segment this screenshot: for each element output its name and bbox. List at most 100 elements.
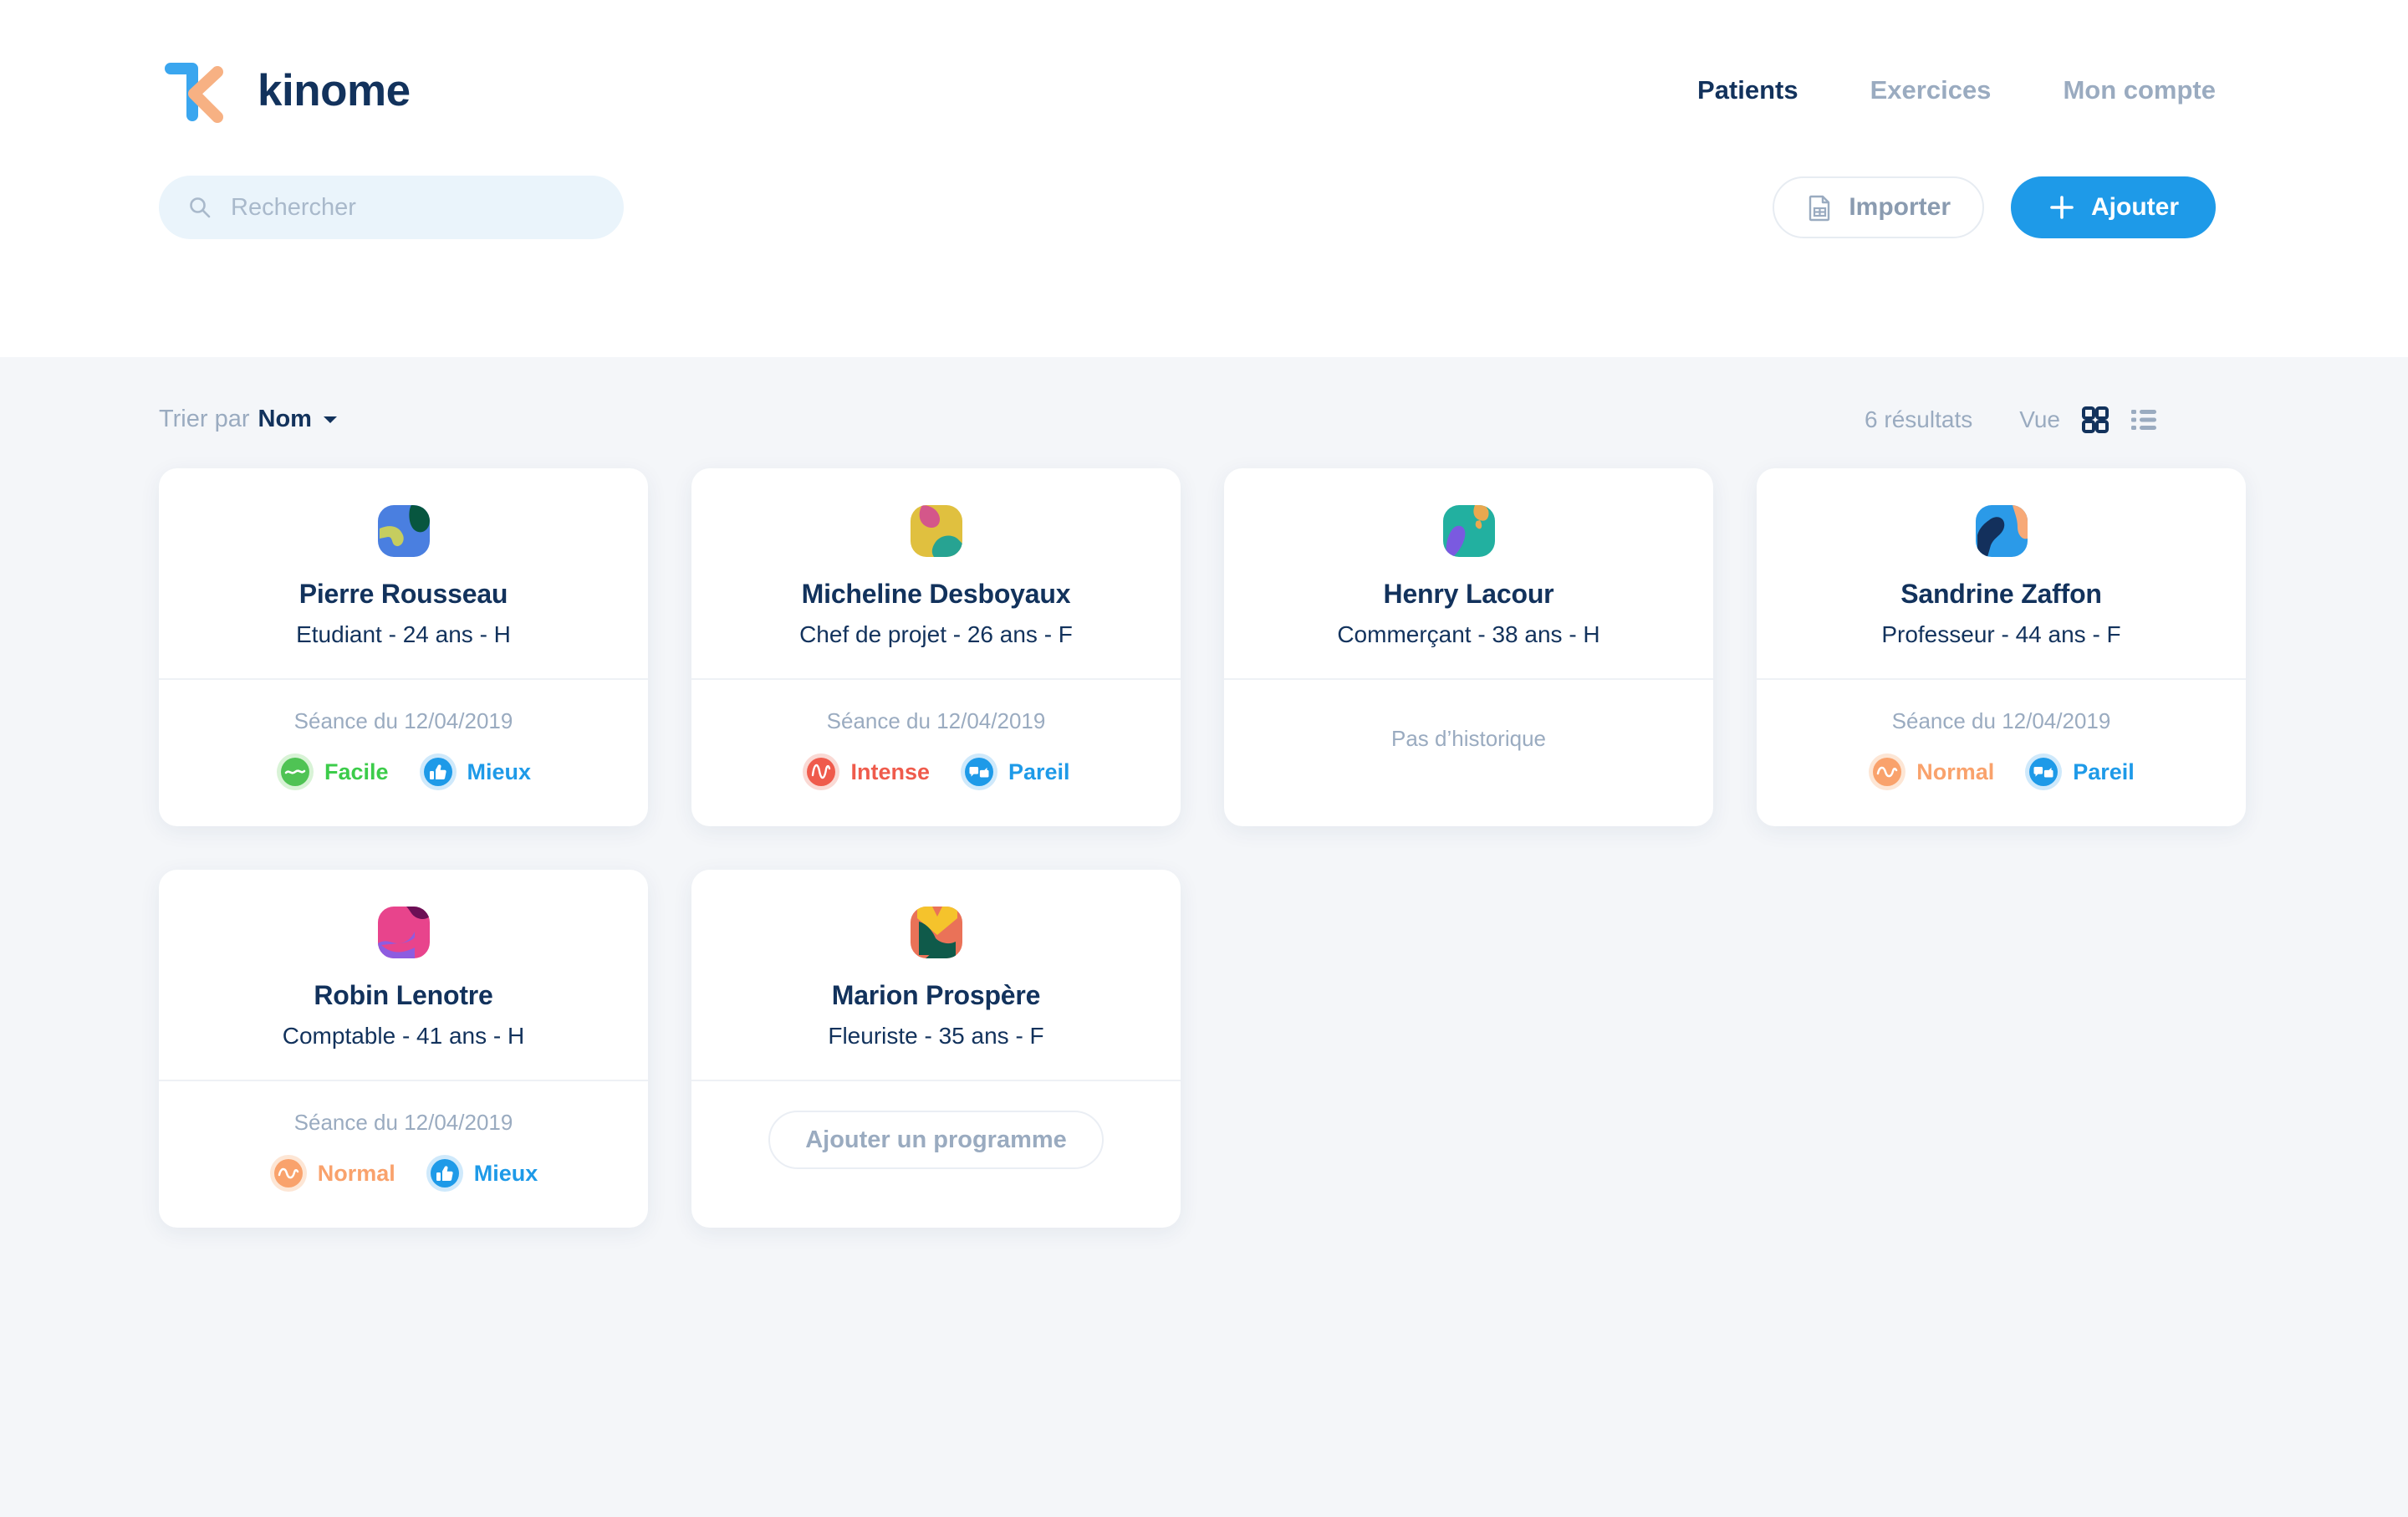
sort-value-label: Nom <box>258 406 312 432</box>
avatar <box>1442 505 1495 557</box>
patient-meta: Professeur - 44 ans - F <box>1881 621 2121 647</box>
list-toolbar: Trier par Nom 6 résultats Vue <box>159 357 2249 433</box>
add-patient-button[interactable]: Ajouter <box>2011 176 2216 238</box>
patient-name: Marion Prospère <box>831 980 1041 1010</box>
thumbs-up-icon <box>419 753 457 790</box>
patient-card-body: Robin Lenotre Comptable - 41 ans - H <box>159 870 648 1080</box>
patient-meta: Fleuriste - 35 ans - F <box>828 1023 1044 1049</box>
patient-card-body: Marion Prospère Fleuriste - 35 ans - F <box>691 870 1181 1080</box>
sort-prefix-label: Trier par <box>159 406 250 432</box>
patient-card-footer: Pas d’historique <box>1224 680 1713 804</box>
patient-card-footer: Séance du 12/04/2019 Normal <box>1757 680 2246 826</box>
no-history-label: Pas d’historique <box>1391 725 1546 751</box>
header-top-row: kinome Patients Exercices Mon compte <box>0 0 2408 129</box>
search-icon <box>190 197 211 218</box>
nav-item-exercices[interactable]: Exercices <box>1870 75 1992 105</box>
search-box[interactable] <box>159 176 624 239</box>
patient-card[interactable]: Henry Lacour Commerçant - 38 ans - H Pas… <box>1224 468 1713 826</box>
plus-icon <box>2050 196 2074 219</box>
header-actions: Importer Ajouter <box>1773 176 2308 238</box>
kinome-logo-icon <box>165 63 223 123</box>
badge-group: Intense Pareil <box>802 753 1070 791</box>
patient-card[interactable]: Pierre Rousseau Etudiant - 24 ans - H Sé… <box>159 468 648 826</box>
patient-card[interactable]: Marion Prospère Fleuriste - 35 ans - F A… <box>691 870 1181 1228</box>
nav-item-mon-compte[interactable]: Mon compte <box>2063 75 2216 105</box>
status-badge-label: Mieux <box>467 758 532 784</box>
badge-group: Normal Pareil <box>1868 753 2135 791</box>
import-button-label: Importer <box>1849 193 1951 221</box>
wave-sharp-icon <box>803 753 840 790</box>
chevron-down-icon <box>323 416 337 423</box>
patient-name: Henry Lacour <box>1383 579 1554 609</box>
badge-group: Normal Mieux <box>269 1154 538 1193</box>
avatar <box>1975 505 2028 557</box>
status-badge-label: Pareil <box>2073 758 2135 784</box>
status-badge: Pareil <box>2024 753 2135 791</box>
patient-card[interactable]: Robin Lenotre Comptable - 41 ans - H Séa… <box>159 870 648 1228</box>
patient-card[interactable]: Micheline Desboyaux Chef de projet - 26 … <box>691 468 1181 826</box>
status-badge: Mieux <box>419 753 532 791</box>
avatar <box>910 907 962 958</box>
patient-card-body: Henry Lacour Commerçant - 38 ans - H <box>1224 468 1713 678</box>
avatar <box>910 505 962 557</box>
document-table-icon <box>1809 195 1830 221</box>
patient-card-body: Sandrine Zaffon Professeur - 44 ans - F <box>1757 468 2246 678</box>
main-nav: Patients Exercices Mon compte <box>1697 75 2308 105</box>
status-badge-label: Pareil <box>1008 758 1070 784</box>
avatar <box>377 907 430 958</box>
patient-card-footer: Séance du 12/04/2019 Normal <box>159 1081 648 1228</box>
patient-card-footer: Séance du 12/04/2019 Intense Pareil <box>691 680 1181 826</box>
wave-medium-icon <box>269 1155 307 1192</box>
view-controls: 6 résultats Vue <box>1865 406 2157 433</box>
sort-control[interactable]: Trier par Nom <box>159 406 339 433</box>
patient-card-grid: Pierre Rousseau Etudiant - 24 ans - H Sé… <box>159 468 2249 1228</box>
patient-name: Sandrine Zaffon <box>1900 579 2102 609</box>
status-badge-label: Normal <box>1916 758 1995 784</box>
nav-item-patients[interactable]: Patients <box>1697 75 1798 105</box>
patient-meta: Comptable - 41 ans - H <box>282 1023 525 1049</box>
patient-meta: Chef de projet - 26 ans - F <box>799 621 1073 647</box>
badge-group: Facile Mieux <box>276 753 531 791</box>
session-date: Séance du 12/04/2019 <box>293 708 513 733</box>
import-button[interactable]: Importer <box>1773 176 1984 238</box>
thumbs-up-icon <box>426 1155 463 1192</box>
status-badge-label: Intense <box>850 758 930 784</box>
patient-name: Robin Lenotre <box>314 980 493 1010</box>
session-date: Séance du 12/04/2019 <box>1891 708 2111 733</box>
thumbs-both-icon <box>960 753 997 790</box>
status-badge: Mieux <box>426 1154 538 1193</box>
patient-card-body: Pierre Rousseau Etudiant - 24 ans - H <box>159 468 648 678</box>
status-badge: Facile <box>276 753 389 791</box>
add-program-button[interactable]: Ajouter un programme <box>768 1111 1104 1169</box>
patient-meta: Etudiant - 24 ans - H <box>296 621 511 647</box>
patient-meta: Commerçant - 38 ans - H <box>1337 621 1600 647</box>
view-label: Vue <box>2019 406 2060 432</box>
list-view-icon[interactable] <box>2130 406 2157 433</box>
patient-card-footer: Ajouter un programme <box>691 1081 1181 1205</box>
status-badge: Normal <box>1868 753 1994 791</box>
status-badge-label: Mieux <box>473 1160 538 1186</box>
patient-card-footer: Séance du 12/04/2019 Facile Mieux <box>159 680 648 826</box>
add-patient-button-label: Ajouter <box>2091 193 2179 221</box>
content-area: Trier par Nom 6 résultats Vue Pierre Rou… <box>0 357 2408 1517</box>
brand-name: kinome <box>258 65 411 115</box>
status-badge: Normal <box>269 1154 395 1193</box>
status-badge-label: Facile <box>324 758 389 784</box>
patient-name: Pierre Rousseau <box>298 579 508 609</box>
patient-card-body: Micheline Desboyaux Chef de projet - 26 … <box>691 468 1181 678</box>
status-badge: Pareil <box>960 753 1070 791</box>
wave-flat-icon <box>276 753 314 790</box>
grid-view-icon[interactable] <box>2082 406 2109 433</box>
status-badge: Intense <box>802 753 930 791</box>
search-input[interactable] <box>231 193 595 222</box>
patient-card[interactable]: Sandrine Zaffon Professeur - 44 ans - F … <box>1757 468 2246 826</box>
session-date: Séance du 12/04/2019 <box>293 1110 513 1135</box>
status-badge-label: Normal <box>317 1160 395 1186</box>
results-count: 6 résultats <box>1865 406 1973 432</box>
brand[interactable]: kinome <box>159 52 411 129</box>
avatar <box>377 505 430 557</box>
thumbs-both-icon <box>2025 753 2063 790</box>
patient-name: Micheline Desboyaux <box>801 579 1071 609</box>
search-and-actions-row: Importer Ajouter <box>0 129 2408 239</box>
app-header: kinome Patients Exercices Mon compte Rec… <box>0 0 2408 357</box>
